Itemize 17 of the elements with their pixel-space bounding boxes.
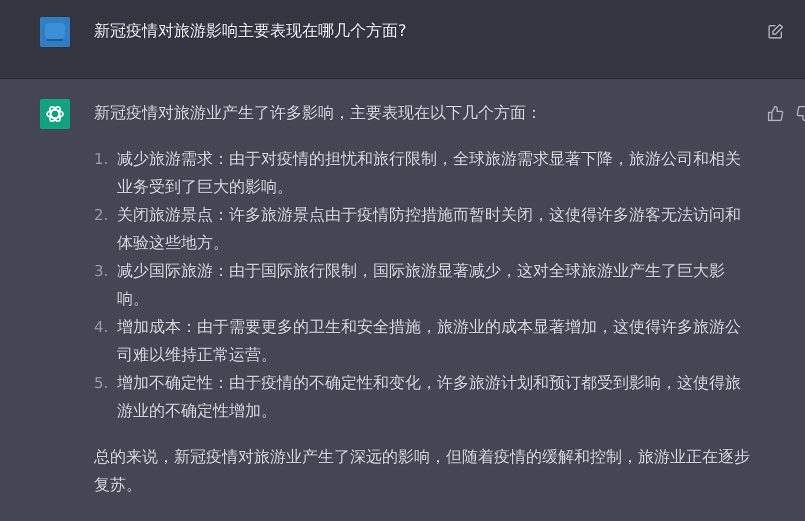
thumbs-up-icon[interactable] [767, 105, 784, 122]
list-item-text: 增加成本：由于需要更多的卫生和安全措施，旅游业的成本显著增加，这使得许多旅游公司难以维持正常运营。 [117, 316, 742, 366]
answer-intro: 新冠疫情对旅游业产生了许多影响，主要表现在以下几个方面： [94, 102, 543, 124]
list-number: 5. [94, 373, 110, 394]
list-item-text: 减少国际旅游：由于国际旅行限制，国际旅游显著减少，这对全球旅游业产生了巨大影响。 [117, 260, 726, 310]
list-number: 3. [94, 261, 110, 282]
answer-summary: 总的来说，新冠疫情对旅游业产生了深远的影响，但随着疫情的缓解和控制，旅游业正在逐步复苏。 [94, 446, 751, 496]
question-text: 新冠疫情对旅游影响主要表现在哪几个方面? [94, 20, 408, 42]
logo-icon [40, 99, 70, 129]
avatar-icon [40, 17, 70, 47]
list-number: 4. [94, 317, 110, 338]
list-item-text: 减少旅游需求：由于对疫情的担忧和旅行限制，全球旅游需求显著下降，旅游公司和相关业务受到了巨大的影响。 [117, 148, 742, 198]
list-number: 2. [94, 205, 110, 226]
edit-icon[interactable] [767, 23, 784, 40]
list-number: 1. [94, 149, 110, 170]
list-item-text: 增加不确定性：由于疫情的不确定性和变化，许多旅游计划和预订都受到影响，这使得旅游业的不确定性增加。 [117, 372, 742, 422]
list-item-text: 关闭旅游景点：许多旅游景点由于疫情防控措施而暂时关闭，这使得许多游客无法访问和体验这些地方。 [117, 204, 742, 254]
